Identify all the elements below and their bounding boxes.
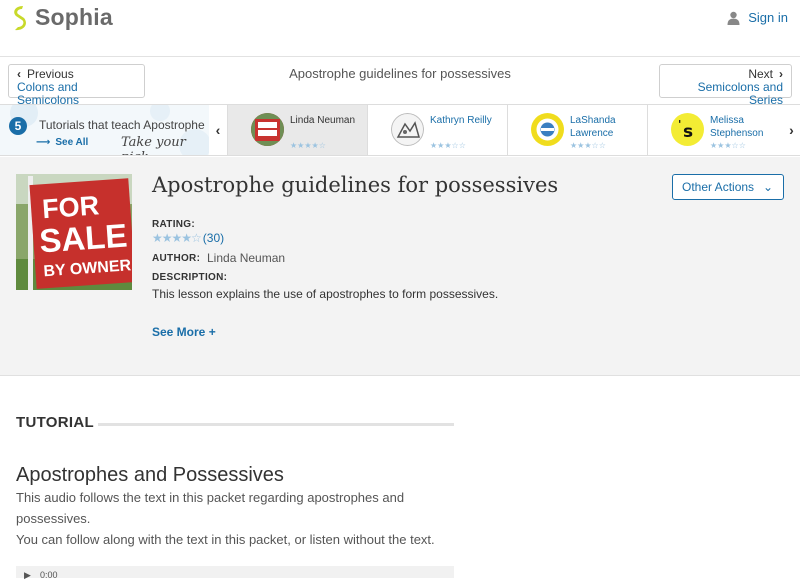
- tutor-rating-stars: ★★★☆☆: [430, 141, 466, 150]
- tutor-name: Melissa Stephenson: [710, 115, 764, 139]
- tutor-avatar: s ': [671, 113, 704, 146]
- author-label: AUTHOR:: [152, 253, 201, 264]
- tutor-name: Linda Neuman: [290, 115, 356, 126]
- lesson-nav-bar: ‹ Previous Colons and Semicolons Apostrop…: [0, 57, 800, 107]
- badge-avatar: [531, 113, 564, 146]
- tutorials-count-panel: 5 Tutorials that teach Apostrophe ⟶ See A…: [0, 105, 209, 155]
- other-actions-button[interactable]: Other Actions ⌄: [672, 174, 784, 200]
- chevron-right-icon: ›: [779, 67, 783, 81]
- author-name: Linda Neuman: [207, 251, 286, 265]
- for-sale-sign-avatar: [251, 113, 284, 146]
- see-all-label: See All: [55, 137, 89, 148]
- tutorials-count-badge: 5: [9, 117, 27, 135]
- tutorial-paragraph-1-line-2: possessives.: [16, 511, 91, 526]
- tutor-rating-stars: ★★★☆☆: [570, 141, 606, 150]
- tutor-card-melissa-stephenson[interactable]: s ' Melissa Stephenson ★★★☆☆: [647, 105, 787, 155]
- tutors-scroll-right-button[interactable]: ›: [783, 105, 800, 155]
- audio-player[interactable]: ▶ 0:00: [16, 566, 454, 580]
- tutor-card-kathryn-reilly[interactable]: Kathryn Reilly ★★★☆☆: [367, 105, 507, 155]
- description-label: DESCRIPTION:: [152, 272, 228, 283]
- sign-in-link[interactable]: Sign in: [727, 10, 788, 25]
- chevron-right-icon: ›: [789, 122, 794, 138]
- tutor-avatar: [251, 113, 284, 146]
- lesson-title: Apostrophe guidelines for possessives: [152, 173, 559, 197]
- see-all-link[interactable]: ⟶ See All: [36, 137, 88, 148]
- letter-s-avatar: s ': [671, 113, 704, 146]
- tutor-name: Kathryn Reilly: [430, 115, 492, 126]
- brand-name: Sophia: [35, 4, 113, 30]
- audio-time: 0:00: [40, 570, 58, 580]
- next-label: Next: [748, 67, 773, 81]
- svg-text:': ': [678, 118, 681, 131]
- next-lesson-button[interactable]: Next › Semicolons and Series: [659, 64, 792, 107]
- tutor-name: LaShanda Lawrence: [570, 115, 616, 139]
- svg-text:s: s: [683, 122, 693, 142]
- rating-count-link[interactable]: (30): [203, 231, 224, 245]
- tutor-avatar: [531, 113, 564, 146]
- chevron-down-icon: ⌄: [762, 180, 773, 194]
- tutorial-heading: Apostrophes and Possessives: [16, 464, 284, 486]
- section-divider: [98, 423, 454, 426]
- user-icon: [727, 11, 740, 25]
- sign-in-label: Sign in: [748, 10, 788, 25]
- other-actions-label: Other Actions: [682, 180, 755, 194]
- tutors-strip: 5 Tutorials that teach Apostrophe ⟶ See A…: [0, 104, 800, 156]
- lesson-rating: ★★★★☆ (30): [152, 231, 224, 245]
- tutorial-paragraph-2: You can follow along with the text in th…: [16, 532, 435, 547]
- tutor-card-linda-neuman[interactable]: Linda Neuman ★★★★☆: [227, 105, 367, 155]
- tutor-rating-stars: ★★★☆☆: [710, 141, 746, 150]
- sketch-avatar: [391, 113, 424, 146]
- tutorial-section-label: TUTORIAL: [16, 414, 94, 431]
- take-your-pick-text: Take your pick:: [121, 135, 186, 155]
- lesson-hero: FOR SALE BY OWNER Apostrophe guidelines …: [0, 157, 800, 376]
- tutorials-label: Tutorials that teach Apostrophe: [39, 118, 205, 132]
- sophia-logo[interactable]: Sophia: [10, 4, 113, 31]
- lesson-description: This lesson explains the use of apostrop…: [152, 287, 499, 301]
- tutor-avatar: [391, 113, 424, 146]
- tutorial-paragraph-1-line-1: This audio follows the text in this pack…: [16, 490, 405, 505]
- tutor-card-lashanda-lawrence[interactable]: LaShanda Lawrence ★★★☆☆: [507, 105, 647, 155]
- svg-text:SALE: SALE: [38, 216, 128, 259]
- see-more-link[interactable]: See More +: [152, 325, 216, 339]
- rating-label: RATING:: [152, 219, 196, 230]
- sophia-logo-icon: [14, 5, 26, 30]
- tutor-rating-stars: ★★★★☆: [290, 141, 326, 150]
- for-sale-sign-image: FOR SALE BY OWNER: [16, 174, 132, 290]
- site-header: Sophia Sign in: [0, 0, 800, 57]
- lesson-thumbnail: FOR SALE BY OWNER: [16, 174, 132, 290]
- tutors-scroll-left-button[interactable]: ‹: [209, 105, 227, 155]
- rating-stars: ★★★★☆: [152, 231, 202, 245]
- chevron-left-icon: ‹: [215, 122, 221, 138]
- arrow-right-icon: ⟶: [36, 137, 51, 148]
